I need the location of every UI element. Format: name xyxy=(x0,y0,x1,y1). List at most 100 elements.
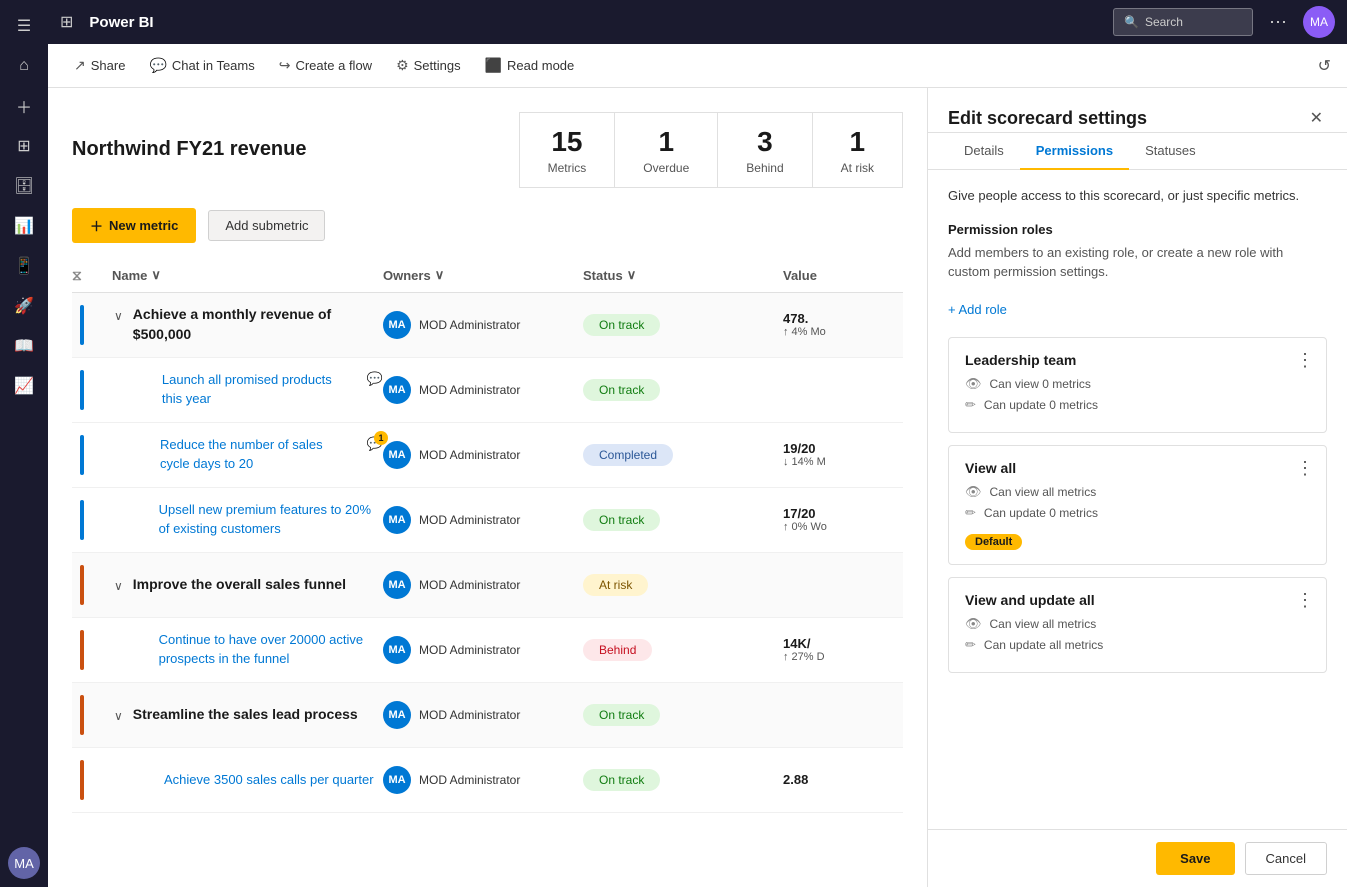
row-name-cell: ∨ Improve the overall sales funnel xyxy=(112,575,383,595)
metric-num: 1 xyxy=(643,125,689,159)
book-icon[interactable]: 📖 xyxy=(6,328,42,364)
role-more-button[interactable]: ⋮ xyxy=(1296,350,1314,371)
content-area: Northwind FY21 revenue 15 Metrics 1 Over… xyxy=(48,88,1347,887)
value-column-header[interactable]: Value xyxy=(783,268,903,283)
metric-name-text[interactable]: Achieve a monthly revenue of $500,000 xyxy=(133,305,383,344)
value-main: 19/20 xyxy=(783,441,903,456)
owner-cell: MA MOD Administrator xyxy=(383,766,583,794)
refresh-icon[interactable]: ↺ xyxy=(1318,56,1331,76)
metric-name-text[interactable]: Achieve 3500 sales calls per quarter xyxy=(164,771,374,789)
owner-name: MOD Administrator xyxy=(419,318,520,332)
owner-cell: MA MOD Administrator xyxy=(383,441,583,469)
owner-avatar: MA xyxy=(383,701,411,729)
table-row: Achieve 3500 sales calls per quarter MA … xyxy=(72,748,903,813)
table-header: ⧖ Name ∨ Owners ∨ Status ∨ V xyxy=(72,259,903,293)
status-bar xyxy=(80,565,84,605)
plus-icon: ＋ xyxy=(90,216,103,235)
permission-item: 👁 Can view 0 metrics xyxy=(965,376,1310,392)
scorecard-icon[interactable]: 📊 xyxy=(6,208,42,244)
scorecard-header: Northwind FY21 revenue 15 Metrics 1 Over… xyxy=(72,112,903,188)
perm-label: Can view all metrics xyxy=(990,617,1097,631)
row-name-cell: Reduce the number of sales cycle days to… xyxy=(112,436,383,472)
user-avatar-sidebar[interactable]: MA xyxy=(8,847,40,879)
permission-item: ✏ Can update all metrics xyxy=(965,637,1310,653)
status-bar xyxy=(80,370,84,410)
metric-name-text[interactable]: Reduce the number of sales cycle days to… xyxy=(160,436,355,472)
apps-icon[interactable]: 📱 xyxy=(6,248,42,284)
cancel-button[interactable]: Cancel xyxy=(1245,842,1327,875)
owner-name: MOD Administrator xyxy=(419,448,520,462)
perm-label: Can view 0 metrics xyxy=(990,377,1091,391)
name-column-header[interactable]: Name ∨ xyxy=(112,267,383,283)
permission-item: 👁 Can view all metrics xyxy=(965,616,1310,632)
owner-cell: MA MOD Administrator xyxy=(383,506,583,534)
tab-permissions[interactable]: Permissions xyxy=(1020,133,1129,170)
metric-name-text[interactable]: Streamline the sales lead process xyxy=(133,705,358,725)
panel-header: Edit scorecard settings ✕ xyxy=(928,88,1347,133)
role-title: Leadership team xyxy=(965,352,1310,368)
perm-label: Can update 0 metrics xyxy=(984,398,1098,412)
metric-name-text[interactable]: Upsell new premium features to 20% of ex… xyxy=(159,501,383,537)
owner-name: MOD Administrator xyxy=(419,383,520,397)
sidebar-navigation: ☰ ⌂ ＋ ⊞ 🗄 📊 📱 🚀 📖 📈 MA xyxy=(0,0,48,887)
metric-cards: 15 Metrics 1 Overdue 3 Behind 1 At risk xyxy=(519,112,903,188)
status-bar xyxy=(80,500,84,540)
home-icon[interactable]: ⌂ xyxy=(6,48,42,84)
data-hub-icon[interactable]: 🗄 xyxy=(6,168,42,204)
owners-column-header[interactable]: Owners ∨ xyxy=(383,267,583,283)
row-name-cell: ∨ Achieve a monthly revenue of $500,000 xyxy=(112,305,383,344)
grid-icon[interactable]: ⊞ xyxy=(60,12,73,32)
save-button[interactable]: Save xyxy=(1156,842,1234,875)
metric-name-text[interactable]: Launch all promised products this year xyxy=(162,371,355,407)
value-main: 478. xyxy=(783,311,903,326)
perm-icon: ✏ xyxy=(965,637,976,653)
filter-icon[interactable]: ⧖ xyxy=(72,267,82,284)
metric-name-text[interactable]: Continue to have over 20000 active prosp… xyxy=(159,631,383,667)
comment-badge[interactable]: 💬 1 xyxy=(367,436,383,452)
row-name-cell: Continue to have over 20000 active prosp… xyxy=(112,631,383,667)
share-button[interactable]: ↗ Share xyxy=(64,51,135,80)
metric-card-metrics: 15 Metrics xyxy=(519,112,615,188)
rocket-icon[interactable]: 🚀 xyxy=(6,288,42,324)
panel-close-button[interactable]: ✕ xyxy=(1306,104,1327,132)
hamburger-menu-icon[interactable]: ☰ xyxy=(6,8,42,44)
new-metric-button[interactable]: ＋ New metric xyxy=(72,208,196,243)
metrics-icon[interactable]: 📈 xyxy=(6,368,42,404)
expand-icon[interactable]: ∨ xyxy=(112,707,125,725)
add-submetric-button[interactable]: Add submetric xyxy=(208,210,325,241)
owner-cell: MA MOD Administrator xyxy=(383,311,583,339)
status-bar xyxy=(80,435,84,475)
plus-icon[interactable]: ＋ xyxy=(6,88,42,124)
search-box[interactable]: 🔍 Search xyxy=(1113,8,1253,36)
role-more-button[interactable]: ⋮ xyxy=(1296,458,1314,479)
permission-roles-title: Permission roles xyxy=(948,222,1327,237)
value-cell: 2.88 xyxy=(783,772,903,787)
role-more-button[interactable]: ⋮ xyxy=(1296,590,1314,611)
actions-row: ＋ New metric Add submetric xyxy=(72,208,903,243)
chat-teams-button[interactable]: 💬 Chat in Teams xyxy=(139,51,264,80)
readmode-button[interactable]: ⬛ Read mode xyxy=(475,51,585,80)
metric-name-text[interactable]: Improve the overall sales funnel xyxy=(133,575,346,595)
owner-avatar: MA xyxy=(383,636,411,664)
permission-item: ✏ Can update 0 metrics xyxy=(965,397,1310,413)
tab-statuses[interactable]: Statuses xyxy=(1129,133,1212,170)
row-bar-cell xyxy=(72,500,112,540)
more-options-icon[interactable]: ⋯ xyxy=(1269,12,1287,33)
panel-body: Give people access to this scorecard, or… xyxy=(928,170,1347,829)
browse-icon[interactable]: ⊞ xyxy=(6,128,42,164)
status-cell: At risk xyxy=(583,574,783,596)
role-cards: Leadership team 👁 Can view 0 metrics ✏ C… xyxy=(948,337,1327,673)
create-flow-button[interactable]: ↪ Create a flow xyxy=(269,51,382,80)
main-area: ⊞ Power BI 🔍 Search ⋯ MA ↗ Share 💬 Chat … xyxy=(48,0,1347,887)
comment-badge[interactable]: 💬 xyxy=(367,371,383,387)
status-bar xyxy=(80,695,84,735)
metric-num: 15 xyxy=(548,125,587,159)
user-avatar-topbar[interactable]: MA xyxy=(1303,6,1335,38)
add-role-button[interactable]: + Add role xyxy=(948,298,1327,321)
settings-button[interactable]: ⚙ Settings xyxy=(386,51,471,80)
expand-icon[interactable]: ∨ xyxy=(112,307,125,325)
tab-details[interactable]: Details xyxy=(948,133,1020,170)
new-metric-label: New metric xyxy=(109,218,178,233)
expand-icon[interactable]: ∨ xyxy=(112,577,125,595)
status-column-header[interactable]: Status ∨ xyxy=(583,267,783,283)
